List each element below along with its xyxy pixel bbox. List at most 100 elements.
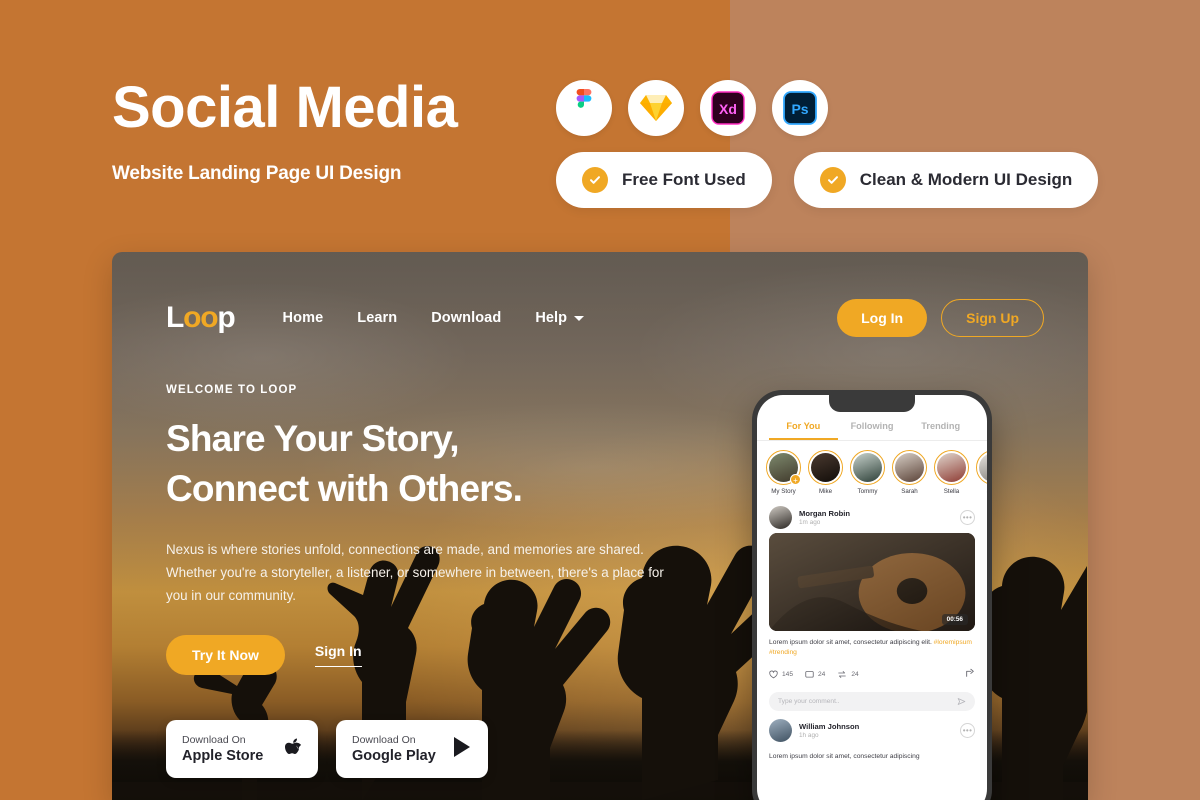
badge-label: Clean & Modern UI Design <box>859 170 1073 189</box>
post-header: William Johnson 1h ago ••• <box>757 711 987 746</box>
sketch-icon <box>628 80 684 136</box>
store-buttons: Download On Apple Store Download On Goog… <box>166 720 488 778</box>
heart-icon <box>769 670 778 678</box>
figma-icon <box>556 80 612 136</box>
svg-text:Xd: Xd <box>719 101 737 117</box>
story-label: Tommy <box>857 488 878 495</box>
check-circle-icon <box>582 167 608 193</box>
post-author: William Johnson <box>799 722 860 732</box>
story-label: Stella <box>943 488 960 495</box>
story-label: John <box>976 488 988 495</box>
avatar <box>852 452 883 483</box>
post-timestamp: 1m ago <box>799 519 821 526</box>
tab-trending[interactable]: Trending <box>906 421 975 440</box>
badge-clean-modern: Clean & Modern UI Design <box>793 152 1099 208</box>
nav-item-home[interactable]: Home <box>283 310 324 326</box>
story-item[interactable]: John <box>976 450 987 495</box>
design-tool-icons: Xd Ps <box>556 80 828 136</box>
store-name-label: Apple Store <box>182 748 264 764</box>
post-more-icon[interactable]: ••• <box>960 723 975 739</box>
send-share-icon[interactable] <box>965 665 975 683</box>
sign-in-link[interactable]: Sign In <box>314 643 362 668</box>
logo-middle: oo <box>183 301 218 334</box>
logo-prefix: L <box>166 301 184 334</box>
website-mockup-preview: Loop Home Learn Download Help Log In Sig… <box>112 252 1088 800</box>
comment-input-box[interactable]: Type your comment.. <box>769 692 975 712</box>
post-actions: 145 24 24 <box>757 658 987 683</box>
photoshop-icon: Ps <box>772 80 828 136</box>
site-logo[interactable]: Loop <box>166 301 236 335</box>
comment-icon <box>805 670 814 678</box>
caption-text: Lorem ipsum dolor sit amet, consectetur … <box>769 639 934 646</box>
nav-label: Download <box>431 310 502 326</box>
avatar <box>894 452 925 483</box>
signup-button[interactable]: Sign Up <box>941 299 1044 337</box>
post-timestamp: 1h ago <box>799 732 819 740</box>
badge-label: Free Font Used <box>622 170 746 189</box>
phone-screen: For You Following Trending + My Story Mi <box>757 395 987 800</box>
phone-mockup: For You Following Trending + My Story Mi <box>752 390 992 800</box>
story-item[interactable]: Sarah <box>892 450 927 495</box>
like-action[interactable]: 145 <box>769 670 793 679</box>
nav-item-help[interactable]: Help <box>535 310 585 326</box>
story-label: Sarah <box>901 488 918 495</box>
story-item[interactable]: + My Story <box>766 450 801 495</box>
avatar <box>769 506 792 529</box>
store-top-label: Download On <box>182 734 246 746</box>
comment-input-placeholder: Type your comment.. <box>778 698 840 706</box>
nav-item-learn[interactable]: Learn <box>357 310 397 326</box>
post-more-icon[interactable]: ••• <box>960 510 975 525</box>
google-play-button[interactable]: Download On Google Play <box>336 720 488 778</box>
post-media[interactable]: 00:56 <box>769 533 975 631</box>
share-count: 24 <box>851 670 859 678</box>
story-ring <box>808 450 843 485</box>
tab-following[interactable]: Following <box>838 421 907 440</box>
comment-action[interactable]: 24 <box>805 670 825 679</box>
store-name-label: Google Play <box>352 748 436 764</box>
story-ring <box>934 450 969 485</box>
adobe-xd-icon: Xd <box>700 80 756 136</box>
story-item[interactable]: Tommy <box>850 450 885 495</box>
badge-free-font: Free Font Used <box>556 152 772 208</box>
add-story-icon[interactable]: + <box>790 474 801 485</box>
post-caption: Lorem ipsum dolor sit amet, consectetur … <box>769 753 920 761</box>
nav-actions: Log In Sign Up <box>837 299 1044 337</box>
login-button[interactable]: Log In <box>837 299 928 337</box>
apple-store-button[interactable]: Download On Apple Store <box>166 720 318 778</box>
stories-row: + My Story Mike Tommy Sarah Stella <box>757 441 987 501</box>
store-top-label: Download On <box>352 734 416 746</box>
post-author: Morgan Robin <box>799 509 851 518</box>
share-action[interactable]: 24 <box>837 670 859 679</box>
hero-description: Nexus is where stories unfold, connectio… <box>166 541 664 604</box>
story-ring <box>976 450 987 485</box>
avatar <box>810 452 841 483</box>
hero-section: WELCOME TO LOOP Share Your Story, Connec… <box>166 384 686 676</box>
check-circle-icon <box>819 167 846 193</box>
story-item[interactable]: Mike <box>808 450 843 495</box>
nav-label: Learn <box>357 310 398 326</box>
avatar <box>936 452 967 483</box>
send-icon[interactable] <box>957 693 966 711</box>
hero-title: Share Your Story, Connect with Others. <box>166 414 686 514</box>
like-count: 145 <box>782 670 794 678</box>
hero-cta-group: Try It Now Sign In <box>166 635 686 676</box>
story-item[interactable]: Stella <box>934 450 969 495</box>
svg-text:Ps: Ps <box>791 101 808 117</box>
media-duration-badge: 00:56 <box>941 614 968 625</box>
try-it-now-button[interactable]: Try It Now <box>166 635 285 676</box>
logo-suffix: p <box>217 301 235 334</box>
hero-title-line2: Connect with Others. <box>166 467 523 509</box>
nav-item-download[interactable]: Download <box>431 310 501 326</box>
nav-label: Help <box>535 310 568 326</box>
tab-for-you[interactable]: For You <box>769 421 838 440</box>
hero-title-line1: Share Your Story, <box>166 418 460 459</box>
phone-notch <box>829 395 915 412</box>
post-header: Morgan Robin 1m ago ••• <box>757 501 987 533</box>
chevron-down-icon <box>574 315 585 321</box>
repost-icon <box>838 670 847 678</box>
story-ring: + <box>766 450 801 485</box>
play-triangle-icon <box>452 736 472 763</box>
story-ring <box>850 450 885 485</box>
hero-eyebrow: WELCOME TO LOOP <box>166 384 298 396</box>
avatar <box>978 452 987 483</box>
